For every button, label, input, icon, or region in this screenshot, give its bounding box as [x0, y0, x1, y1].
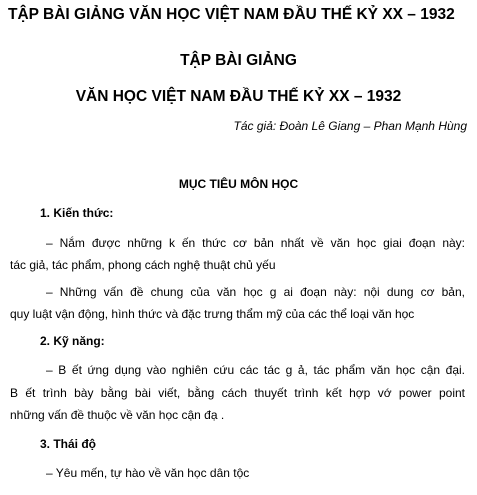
heading-line-2: VĂN HỌC VIỆT NAM ĐẦU THẾ KỶ XX – 1932 — [75, 88, 402, 105]
knowledge-heading: 1. Kiến thức: — [40, 206, 114, 220]
document-page: TẬP BÀI GIẢNG VĂN HỌC VIỆT NAM ĐẦU THẾ K… — [0, 0, 477, 495]
heading-line-1: TẬP BÀI GIẢNG — [180, 52, 297, 69]
attitude-heading: 3. Thái độ — [40, 437, 97, 451]
skills-p1-line3: những vấn đề thuộc về văn học cận đạ . — [10, 408, 225, 422]
knowledge-p2-line2: quy luật vận động, hình thức và đặc trưn… — [10, 307, 415, 321]
document-title: TẬP BÀI GIẢNG VĂN HỌC VIỆT NAM ĐẦU THẾ K… — [8, 6, 455, 23]
attitude-p1-line1: – Yêu mến, tự hào về văn học dân tộc — [46, 466, 250, 480]
authors-line: Tác giả: Đoàn Lê Giang – Phan Mạnh Hùng — [233, 119, 467, 133]
section-title: MỤC TIÊU MÔN HỌC — [178, 177, 299, 191]
knowledge-p1-line1: – Nắm được những k ến thức cơ bản nhất v… — [46, 236, 465, 250]
knowledge-p1-line2: tác giả, tác phẩm, phong cách nghệ thuật… — [10, 258, 276, 272]
skills-heading: 2. Kỹ năng: — [40, 334, 105, 348]
knowledge-p2-line1: – Những vấn đề chung của văn học g ai đo… — [46, 285, 465, 299]
skills-p1-line1: – B ết ứng dụng vào nghiên cứu các tác g… — [46, 363, 465, 377]
skills-p1-line2: B ết trình bày bằng bài viết, bằng cách … — [10, 386, 465, 400]
